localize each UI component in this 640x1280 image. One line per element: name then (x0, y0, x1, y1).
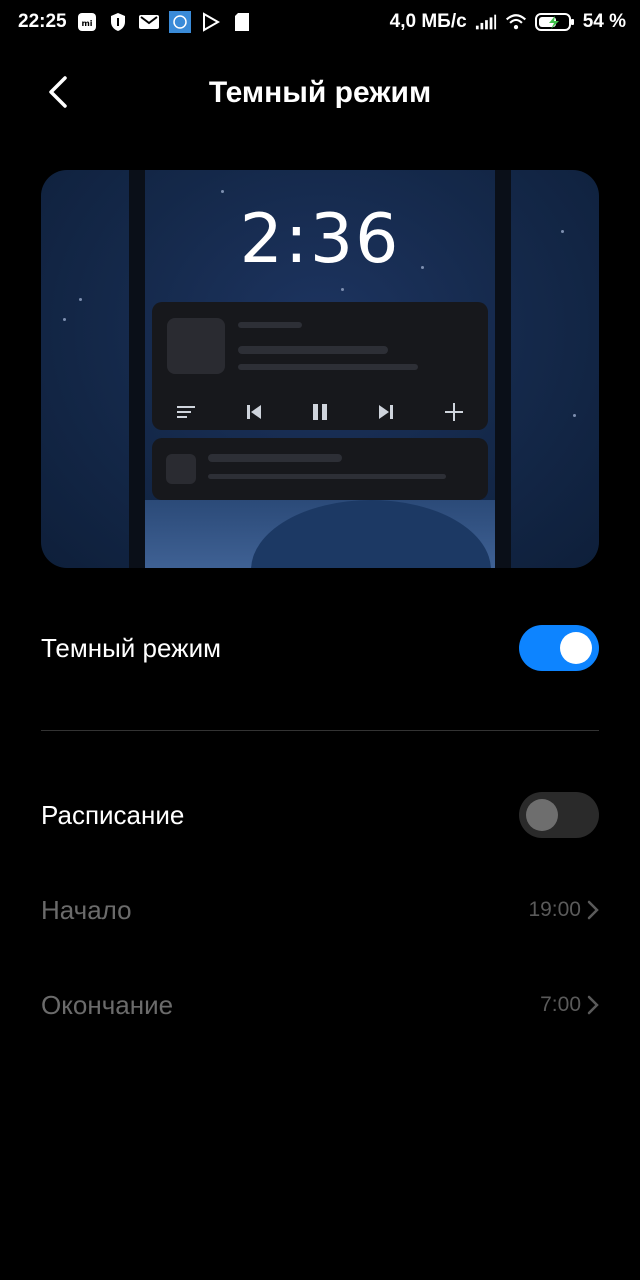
svg-text:mi: mi (81, 19, 92, 28)
signal-icon (475, 11, 497, 33)
divider (41, 730, 599, 731)
start-time-label: Начало (41, 894, 132, 925)
network-speed: 4,0 МБ/с (389, 11, 467, 32)
app-icon (168, 11, 191, 33)
start-time-value-wrap: 19:00 (528, 898, 599, 922)
end-time-label: Окончание (41, 989, 174, 1020)
schedule-toggle[interactable] (519, 792, 599, 838)
status-time: 22:25 (18, 11, 67, 32)
battery-charging-icon (534, 11, 575, 33)
page-title: Темный режим (208, 76, 432, 109)
dark-mode-preview-image: 2:36 (41, 170, 599, 568)
dark-mode-label: Темный режим (41, 632, 221, 663)
preview-album-art (167, 318, 225, 374)
wifi-icon (505, 11, 527, 33)
end-time-value: 7:00 (540, 993, 581, 1016)
mi-icon: mi (76, 11, 98, 33)
battery-percent: 54 % (582, 11, 626, 32)
shield-icon (107, 11, 129, 33)
next-icon (379, 405, 394, 419)
chevron-right-icon (587, 900, 599, 920)
sd-card-icon (231, 11, 253, 33)
schedule-row[interactable]: Расписание (41, 792, 599, 838)
dark-mode-toggle[interactable] (519, 625, 599, 671)
end-time-value-wrap: 7:00 (540, 993, 599, 1017)
schedule-label: Расписание (41, 799, 185, 830)
status-bar-left: 22:25 mi (18, 11, 253, 33)
preview-clock: 2:36 (239, 200, 401, 279)
app-header: Темный режим (0, 60, 640, 124)
previous-icon (246, 405, 261, 419)
dark-mode-row[interactable]: Темный режим (41, 625, 599, 671)
pause-icon (312, 404, 327, 420)
plus-icon (444, 403, 463, 421)
menu-icon (177, 406, 196, 418)
start-time-row[interactable]: Начало 19:00 (41, 890, 599, 930)
gmail-icon (138, 11, 160, 33)
chevron-right-icon (587, 995, 599, 1015)
end-time-row[interactable]: Окончание 7:00 (41, 985, 599, 1025)
status-bar-right: 4,0 МБ/с 54 % (390, 11, 626, 33)
preview-music-card (152, 302, 488, 430)
preview-notification-card (152, 438, 488, 500)
preview-media-controls (152, 392, 488, 432)
start-time-value: 19:00 (528, 898, 581, 921)
play-store-icon (200, 11, 222, 33)
status-bar: 22:25 mi 4,0 МБ/с 54 % (0, 0, 640, 44)
